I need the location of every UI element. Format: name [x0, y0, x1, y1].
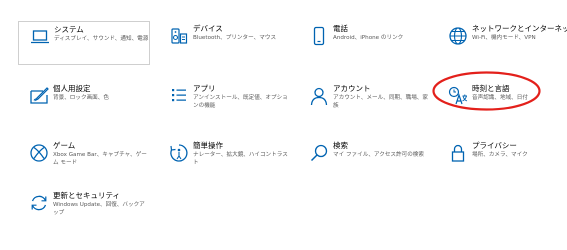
tile-search[interactable]: 検索 マイ ファイル、アクセス許可の検索	[298, 138, 430, 182]
tile-ease-of-access[interactable]: 簡単操作 ナレーター、拡大鏡、ハイコントラスト	[158, 138, 290, 182]
tile-description: Android、iPhone のリンク	[333, 35, 404, 41]
tile-title: 時刻と言語	[472, 84, 510, 93]
tile-phone[interactable]: 電話 Android、iPhone のリンク	[298, 21, 430, 65]
tile-accounts[interactable]: アカウント アカウント、メール、同期、職場、家族	[298, 81, 430, 125]
tile-description: ナレーター、拡大鏡、ハイコントラスト	[193, 152, 288, 166]
tile-title: 電話	[333, 24, 348, 33]
tile-description: 場所、カメラ、マイク	[472, 152, 528, 158]
tile-apps[interactable]: アプリ アンインストール、既定値、オプションの機能	[158, 81, 290, 125]
tile-title: デバイス	[193, 24, 223, 33]
tile-title: アカウント	[333, 84, 371, 93]
lock-icon	[447, 142, 469, 164]
tile-system[interactable]: システム ディスプレイ、サウンド、通知、電源	[18, 21, 150, 65]
tile-network[interactable]: ネットワークとインターネット Wi-Fi、機内モード、VPN	[437, 21, 567, 65]
keyboard-speaker-icon	[168, 25, 190, 47]
tile-title: ゲーム	[53, 141, 76, 150]
person-icon	[308, 85, 330, 107]
tile-gaming[interactable]: ゲーム Xbox Game Bar、キャプチャ、ゲーム モード	[18, 138, 150, 182]
tile-time-language[interactable]: 時刻と言語 音声認識、地域、日付	[437, 81, 565, 125]
tile-title: アプリ	[193, 84, 216, 93]
tile-description: Wi-Fi、機内モード、VPN	[472, 35, 536, 41]
tile-title: ネットワークとインターネット	[472, 24, 567, 33]
tile-title: 個人用設定	[53, 84, 91, 93]
ease-of-access-icon	[168, 142, 190, 164]
paint-icon	[28, 85, 50, 107]
tile-description: 音声認識、地域、日付	[472, 95, 528, 101]
tile-title: システム	[54, 25, 84, 34]
tile-description: Windows Update、回復、バックアップ	[53, 202, 145, 216]
tile-devices[interactable]: デバイス Bluetooth、プリンター、マウス	[158, 21, 290, 65]
tile-description: 背景、ロック画面、色	[53, 95, 109, 101]
tile-title: 更新とセキュリティ	[53, 191, 121, 200]
apps-list-icon	[168, 85, 190, 107]
settings-page: システム ディスプレイ、サウンド、通知、電源 デバイス Bluetooth、プリ…	[0, 0, 567, 250]
phone-icon	[308, 25, 330, 47]
tile-description: ディスプレイ、サウンド、通知、電源	[54, 36, 149, 42]
tile-description: アカウント、メール、同期、職場、家族	[333, 95, 428, 109]
tile-update-security[interactable]: 更新とセキュリティ Windows Update、回復、バックアップ	[18, 188, 150, 232]
tile-title: 簡単操作	[193, 141, 223, 150]
tile-personalization[interactable]: 個人用設定 背景、ロック画面、色	[18, 81, 150, 125]
refresh-icon	[28, 192, 50, 214]
laptop-icon	[29, 26, 51, 48]
search-icon	[308, 142, 330, 164]
tile-privacy[interactable]: プライバシー 場所、カメラ、マイク	[437, 138, 565, 182]
xbox-icon	[28, 142, 50, 164]
globe-icon	[447, 25, 469, 47]
tile-description: Bluetooth、プリンター、マウス	[193, 35, 277, 41]
tile-description: Xbox Game Bar、キャプチャ、ゲーム モード	[53, 152, 147, 166]
tile-description: アンインストール、既定値、オプションの機能	[193, 95, 288, 109]
tile-title: 検索	[333, 141, 348, 150]
time-language-icon	[447, 85, 469, 107]
tile-title: プライバシー	[472, 141, 517, 150]
tile-description: マイ ファイル、アクセス許可の検索	[333, 152, 424, 158]
